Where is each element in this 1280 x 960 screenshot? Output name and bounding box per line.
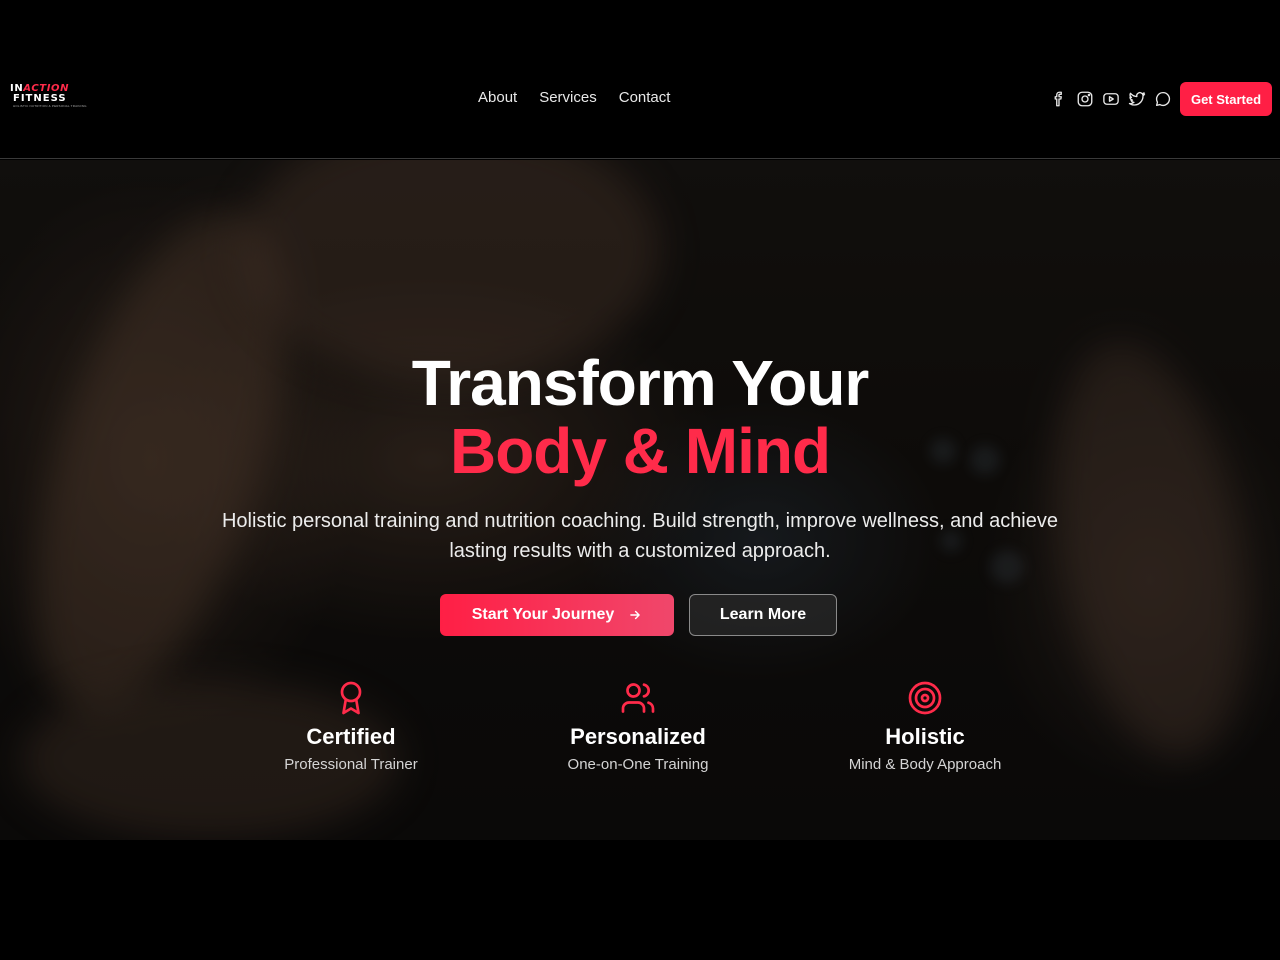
main-nav: About Services Contact <box>478 89 670 106</box>
youtube-icon[interactable] <box>1102 90 1120 108</box>
logo-tagline: HOLISTIC NUTRITION & PERSONAL TRAINING <box>13 104 87 108</box>
hero-content: Transform Your Body & Mind Holistic pers… <box>0 160 1280 840</box>
start-journey-button[interactable]: Start Your Journey <box>440 594 674 636</box>
bottom-letterbox <box>0 840 1280 960</box>
get-started-button[interactable]: Get Started <box>1180 82 1272 116</box>
feature-certified: Certified Professional Trainer <box>231 680 471 773</box>
logo-fitness-text: FITNESS <box>13 93 67 104</box>
users-icon <box>621 683 655 713</box>
social-links <box>1050 90 1172 108</box>
learn-more-button[interactable]: Learn More <box>689 594 837 636</box>
arrow-right-icon <box>630 610 641 620</box>
award-icon <box>340 681 362 715</box>
hero-subtitle: Holistic personal training and nutrition… <box>221 510 1058 562</box>
feature-holistic: Holistic Mind & Body Approach <box>805 680 1045 773</box>
navbar: INACTION FITNESS HOLISTIC NUTRITION & PE… <box>0 60 1280 159</box>
facebook-icon[interactable] <box>1050 90 1068 108</box>
nav-link-services[interactable]: Services <box>539 89 597 106</box>
feature-subtitle: One-on-One Training <box>567 756 709 773</box>
nav-link-about[interactable]: About <box>478 89 517 106</box>
start-journey-label: Start Your Journey <box>471 606 615 623</box>
hero-headline-line2: Body & Mind <box>449 415 831 487</box>
feature-title: Certified <box>306 724 396 749</box>
feature-title: Holistic <box>885 724 965 749</box>
feature-subtitle: Professional Trainer <box>284 756 418 773</box>
twitter-icon[interactable] <box>1128 90 1146 108</box>
chat-icon[interactable] <box>1154 90 1172 108</box>
hero-headline-line1: Transform Your <box>411 347 870 419</box>
feature-title: Personalized <box>570 724 706 749</box>
instagram-icon[interactable] <box>1076 90 1094 108</box>
target-icon <box>908 681 942 715</box>
feature-subtitle: Mind & Body Approach <box>848 756 1002 773</box>
top-letterbox <box>0 0 1280 60</box>
nav-link-contact[interactable]: Contact <box>619 89 671 106</box>
brand-logo[interactable]: INACTION FITNESS HOLISTIC NUTRITION & PE… <box>10 84 100 109</box>
feature-personalized: Personalized One-on-One Training <box>518 680 758 773</box>
hero-section: Transform Your Body & Mind Holistic pers… <box>0 160 1280 840</box>
